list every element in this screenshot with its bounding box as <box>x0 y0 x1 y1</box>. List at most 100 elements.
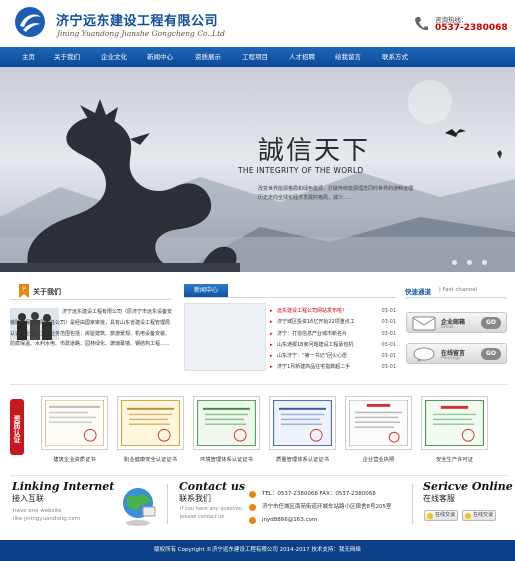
news-photo[interactable] <box>184 303 266 371</box>
vertical-separator <box>167 484 168 524</box>
about-title[interactable]: 关于我们 <box>33 287 61 297</box>
qq-chat-button[interactable]: 在线交谈 <box>424 510 458 521</box>
carousel-dot[interactable] <box>467 260 472 265</box>
tab-news[interactable]: 新闻中心 <box>184 284 228 297</box>
email-icon <box>412 316 436 331</box>
certificate-frame[interactable] <box>117 396 184 450</box>
company-logo-icon[interactable] <box>14 6 46 38</box>
banner-slogan-cn: 誠信天下 <box>258 136 371 166</box>
contact-title: Contact us <box>179 480 246 493</box>
contact-desc-line2: please contact us <box>180 513 225 520</box>
certificate-image <box>348 399 409 447</box>
certificate-image <box>272 399 333 447</box>
carousel-dot[interactable] <box>482 260 487 265</box>
news-date: 03-01 <box>381 319 396 326</box>
go-button[interactable]: GO <box>481 317 501 329</box>
news-title[interactable]: 山东济宁：“第一书记”回火心愿 <box>277 351 369 362</box>
about-section-header: P 关于我们 <box>10 284 172 300</box>
news-item[interactable]: ▸ 济宁1月新建商品住宅指数超二手 03-01 <box>270 362 396 373</box>
section-divider <box>10 384 507 385</box>
nav-item-contact[interactable]: 联系方式 <box>382 47 408 67</box>
certificate-frame[interactable] <box>345 396 412 450</box>
email-icon <box>249 517 256 524</box>
quick-divider <box>405 297 507 298</box>
certificate-card[interactable]: 企业营业执照 <box>345 396 412 463</box>
message-label-en: Message <box>441 356 461 361</box>
service-online-title-cn: 在线客服 <box>423 494 455 503</box>
nav-item-qualifications[interactable]: 资质展示 <box>195 47 221 67</box>
certificate-frame[interactable] <box>193 396 260 450</box>
nav-item-home[interactable]: 主页 <box>22 47 35 67</box>
certificate-image <box>424 399 485 447</box>
news-image <box>185 304 265 370</box>
phone-icon <box>249 491 256 498</box>
news-title[interactable]: 济宁1月新建商品住宅指数超二手 <box>277 362 369 373</box>
vertical-separator <box>412 484 413 524</box>
arrow-right-icon: ▸ <box>270 353 273 360</box>
contact-description: If you have any question, please contact… <box>180 506 243 521</box>
nav-item-news[interactable]: 新闻中心 <box>147 47 173 67</box>
main-nav: 主页 关于我们 企业文化 新闻中心 资质展示 工程项目 人才招聘 给我留言 联系… <box>0 47 515 67</box>
news-title[interactable]: 济宁：打造信息产业城市新名片 <box>277 329 369 340</box>
certificate-frame[interactable] <box>421 396 488 450</box>
message-icon <box>413 347 435 362</box>
news-title[interactable]: 济宁城区投资16亿开始22项重点工 <box>277 317 369 328</box>
svg-text:P: P <box>22 286 26 293</box>
linking-desc-line1: have one website <box>13 508 62 514</box>
arrow-right-icon: ▸ <box>270 330 273 337</box>
news-title[interactable]: 山东通报18家问题建设工程承包机 <box>277 340 369 351</box>
qq-chat-button[interactable]: 在线交谈 <box>462 510 496 521</box>
news-item[interactable]: ▸ 山东通报18家问题建设工程承包机 03-01 <box>270 340 396 351</box>
contact-phone: TEL：0537-2380068 FAX：0537-2380068 <box>262 491 376 497</box>
certificate-caption: 质量管理体系认证证书 <box>276 457 329 463</box>
certificate-image <box>196 399 257 447</box>
news-item[interactable]: ▸ 济宁：打造信息产业城市新名片 03-01 <box>270 329 396 340</box>
arrow-right-icon: ▸ <box>270 364 273 371</box>
hero-banner[interactable]: 誠信天下 THE INTEGRITY OF THE WORLD 改变世界能源格局… <box>0 67 515 272</box>
news-item[interactable]: ▸ 山东济宁：“第一书记”回火心愿 03-01 <box>270 351 396 362</box>
qq-icon <box>465 513 471 519</box>
certificate-frame[interactable] <box>41 396 108 450</box>
about-text: 济宁远东建设工程有限公司（原济宁市远东设备安装防腐保温有限责任公司）是经由国家审… <box>10 309 173 348</box>
certificate-card[interactable]: 质量管理体系认证证书 <box>269 396 336 463</box>
go-button[interactable]: GO <box>481 348 501 360</box>
news-item[interactable]: ▸ 远东建设工程公司网站发布啦！ 03-01 <box>270 306 396 317</box>
company-name-cn: 济宁远东建设工程有限公司 <box>56 14 219 29</box>
news-date: 03-01 <box>381 364 396 371</box>
nav-item-projects[interactable]: 工程项目 <box>242 47 268 67</box>
qq-chat-label: 在线交谈 <box>473 512 494 518</box>
nav-item-about[interactable]: 关于我们 <box>54 47 80 67</box>
carousel-dot[interactable] <box>452 260 457 265</box>
nav-item-message[interactable]: 给我留言 <box>335 47 361 67</box>
message-button[interactable]: 在线留言 Message GO <box>406 343 507 364</box>
linking-title: Linking Internet <box>12 480 115 493</box>
news-item[interactable]: ▸ 济宁城区投资16亿开始22项重点工 03-01 <box>270 317 396 328</box>
certificate-card[interactable]: 环境管理体系认证证书 <box>193 396 260 463</box>
news-title[interactable]: 远东建设工程公司网站发布啦！ <box>277 306 369 317</box>
qq-chat-label: 在线交谈 <box>435 512 456 518</box>
certificate-caption: 企业营业执照 <box>362 457 395 463</box>
contact-address: 济宁市任城区南苑街道环城车站路小区宿舍8号205室 <box>262 504 392 510</box>
arrow-right-icon: ▸ <box>270 308 273 314</box>
banner-description: 改变世界能源格局和绿色能源，打破传统能源理念同时世界的通畅道理历史走向全球化经济… <box>258 186 414 201</box>
certificate-card[interactable]: 安全生产许可证 <box>421 396 488 463</box>
certificate-image <box>44 399 105 447</box>
nav-item-jobs[interactable]: 人才招聘 <box>289 47 315 67</box>
certificate-frame[interactable] <box>269 396 336 450</box>
site-header: 济宁远东建设工程有限公司 Jining Yuandong Jianshe Gon… <box>0 0 515 47</box>
certificate-caption: 环境管理体系认证证书 <box>200 457 253 463</box>
hotline: 咨询热线： 0537-2380068 <box>414 14 510 36</box>
contact-title-cn: 联系我们 <box>179 494 211 503</box>
section-divider <box>10 475 507 476</box>
certificate-image <box>120 399 181 447</box>
copyright-bar: 版权所有 Copyright ©济宁远东建设工程有限公司 2014-2017 技… <box>0 540 515 561</box>
certificate-card[interactable]: 建筑企业资质证书 <box>41 396 108 463</box>
certificate-card[interactable]: 职业健康安全认证证书 <box>117 396 184 463</box>
contact-email[interactable]: jnyd8866@163.com <box>262 516 317 525</box>
quick-channel-subtitle: | Fast channel <box>439 287 478 293</box>
nav-item-culture[interactable]: 企业文化 <box>101 47 127 67</box>
certificate-caption: 建筑企业资质证书 <box>53 457 96 463</box>
linking-description: have one website like jiningyuandong.com <box>13 507 80 523</box>
arrow-right-icon: ▸ <box>270 319 273 326</box>
email-button[interactable]: 企业邮箱 Email GO <box>406 312 507 333</box>
